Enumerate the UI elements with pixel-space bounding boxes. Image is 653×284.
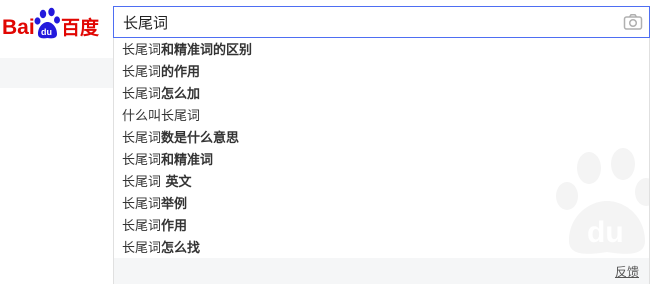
svg-text:百度: 百度 xyxy=(61,16,100,39)
suggestion-prefix: 长尾词 xyxy=(122,241,162,256)
suggestion-prefix: 什么叫长尾词 xyxy=(122,109,201,124)
suggestion-prefix: 长尾词 xyxy=(122,153,162,168)
suggestion-item[interactable]: 什么叫长尾词 xyxy=(114,106,649,128)
suggestion-completion: 怎么加 xyxy=(161,87,201,102)
suggestion-item[interactable]: 长尾词 英文 xyxy=(114,172,649,194)
suggestion-item[interactable]: 长尾词和精准词的区别 xyxy=(114,40,649,62)
suggestion-prefix: 长尾词 xyxy=(122,65,162,80)
suggestion-item[interactable]: 长尾词举例 xyxy=(114,194,649,216)
suggestion-completion: 和精准词 xyxy=(161,153,214,168)
suggestion-item[interactable]: 长尾词数是什么意思 xyxy=(114,128,649,150)
suggestion-footer: 反馈 xyxy=(114,258,649,284)
suggestion-prefix: 长尾词 xyxy=(122,87,162,102)
suggestion-prefix: 长尾词 xyxy=(122,131,162,146)
suggestion-completion: 英文 xyxy=(161,175,192,190)
search-box xyxy=(113,6,650,38)
suggestion-completion: 和精准词的区别 xyxy=(161,43,253,58)
suggestion-completion: 的作用 xyxy=(161,65,201,80)
suggestion-prefix: 长尾词 xyxy=(122,175,162,190)
header-background-strip xyxy=(0,58,113,88)
baidu-logo[interactable]: Bai du 百度 xyxy=(2,4,106,46)
suggestion-prefix: 长尾词 xyxy=(122,219,162,234)
suggestion-list: 长尾词和精准词的区别 长尾词的作用 长尾词怎么加 什么叫长尾词 长尾词数是什么意… xyxy=(114,40,649,260)
search-input[interactable] xyxy=(114,7,604,37)
suggestion-prefix: 长尾词 xyxy=(122,197,162,212)
suggestion-item[interactable]: 长尾词怎么找 xyxy=(114,238,649,260)
suggestion-item[interactable]: 长尾词的作用 xyxy=(114,62,649,84)
suggestion-item[interactable]: 长尾词怎么加 xyxy=(114,84,649,106)
suggestion-prefix: 长尾词 xyxy=(122,43,162,58)
svg-text:Bai: Bai xyxy=(2,16,35,39)
feedback-link[interactable]: 反馈 xyxy=(615,263,639,280)
suggestion-dropdown: du 长尾词和精准词的区别 长尾词的作用 长尾词怎么加 什么叫长尾词 长尾词数是… xyxy=(113,38,650,284)
suggestion-item[interactable]: 长尾词和精准词 xyxy=(114,150,649,172)
suggestion-item[interactable]: 长尾词作用 xyxy=(114,216,649,238)
suggestion-completion: 怎么找 xyxy=(161,241,201,256)
suggestion-completion: 数是什么意思 xyxy=(161,131,240,146)
suggestion-completion: 作用 xyxy=(161,219,188,234)
svg-text:du: du xyxy=(41,27,52,37)
camera-icon[interactable] xyxy=(623,13,643,31)
suggestion-completion: 举例 xyxy=(161,197,188,212)
baidu-logo-graphic: Bai du 百度 xyxy=(2,7,100,39)
